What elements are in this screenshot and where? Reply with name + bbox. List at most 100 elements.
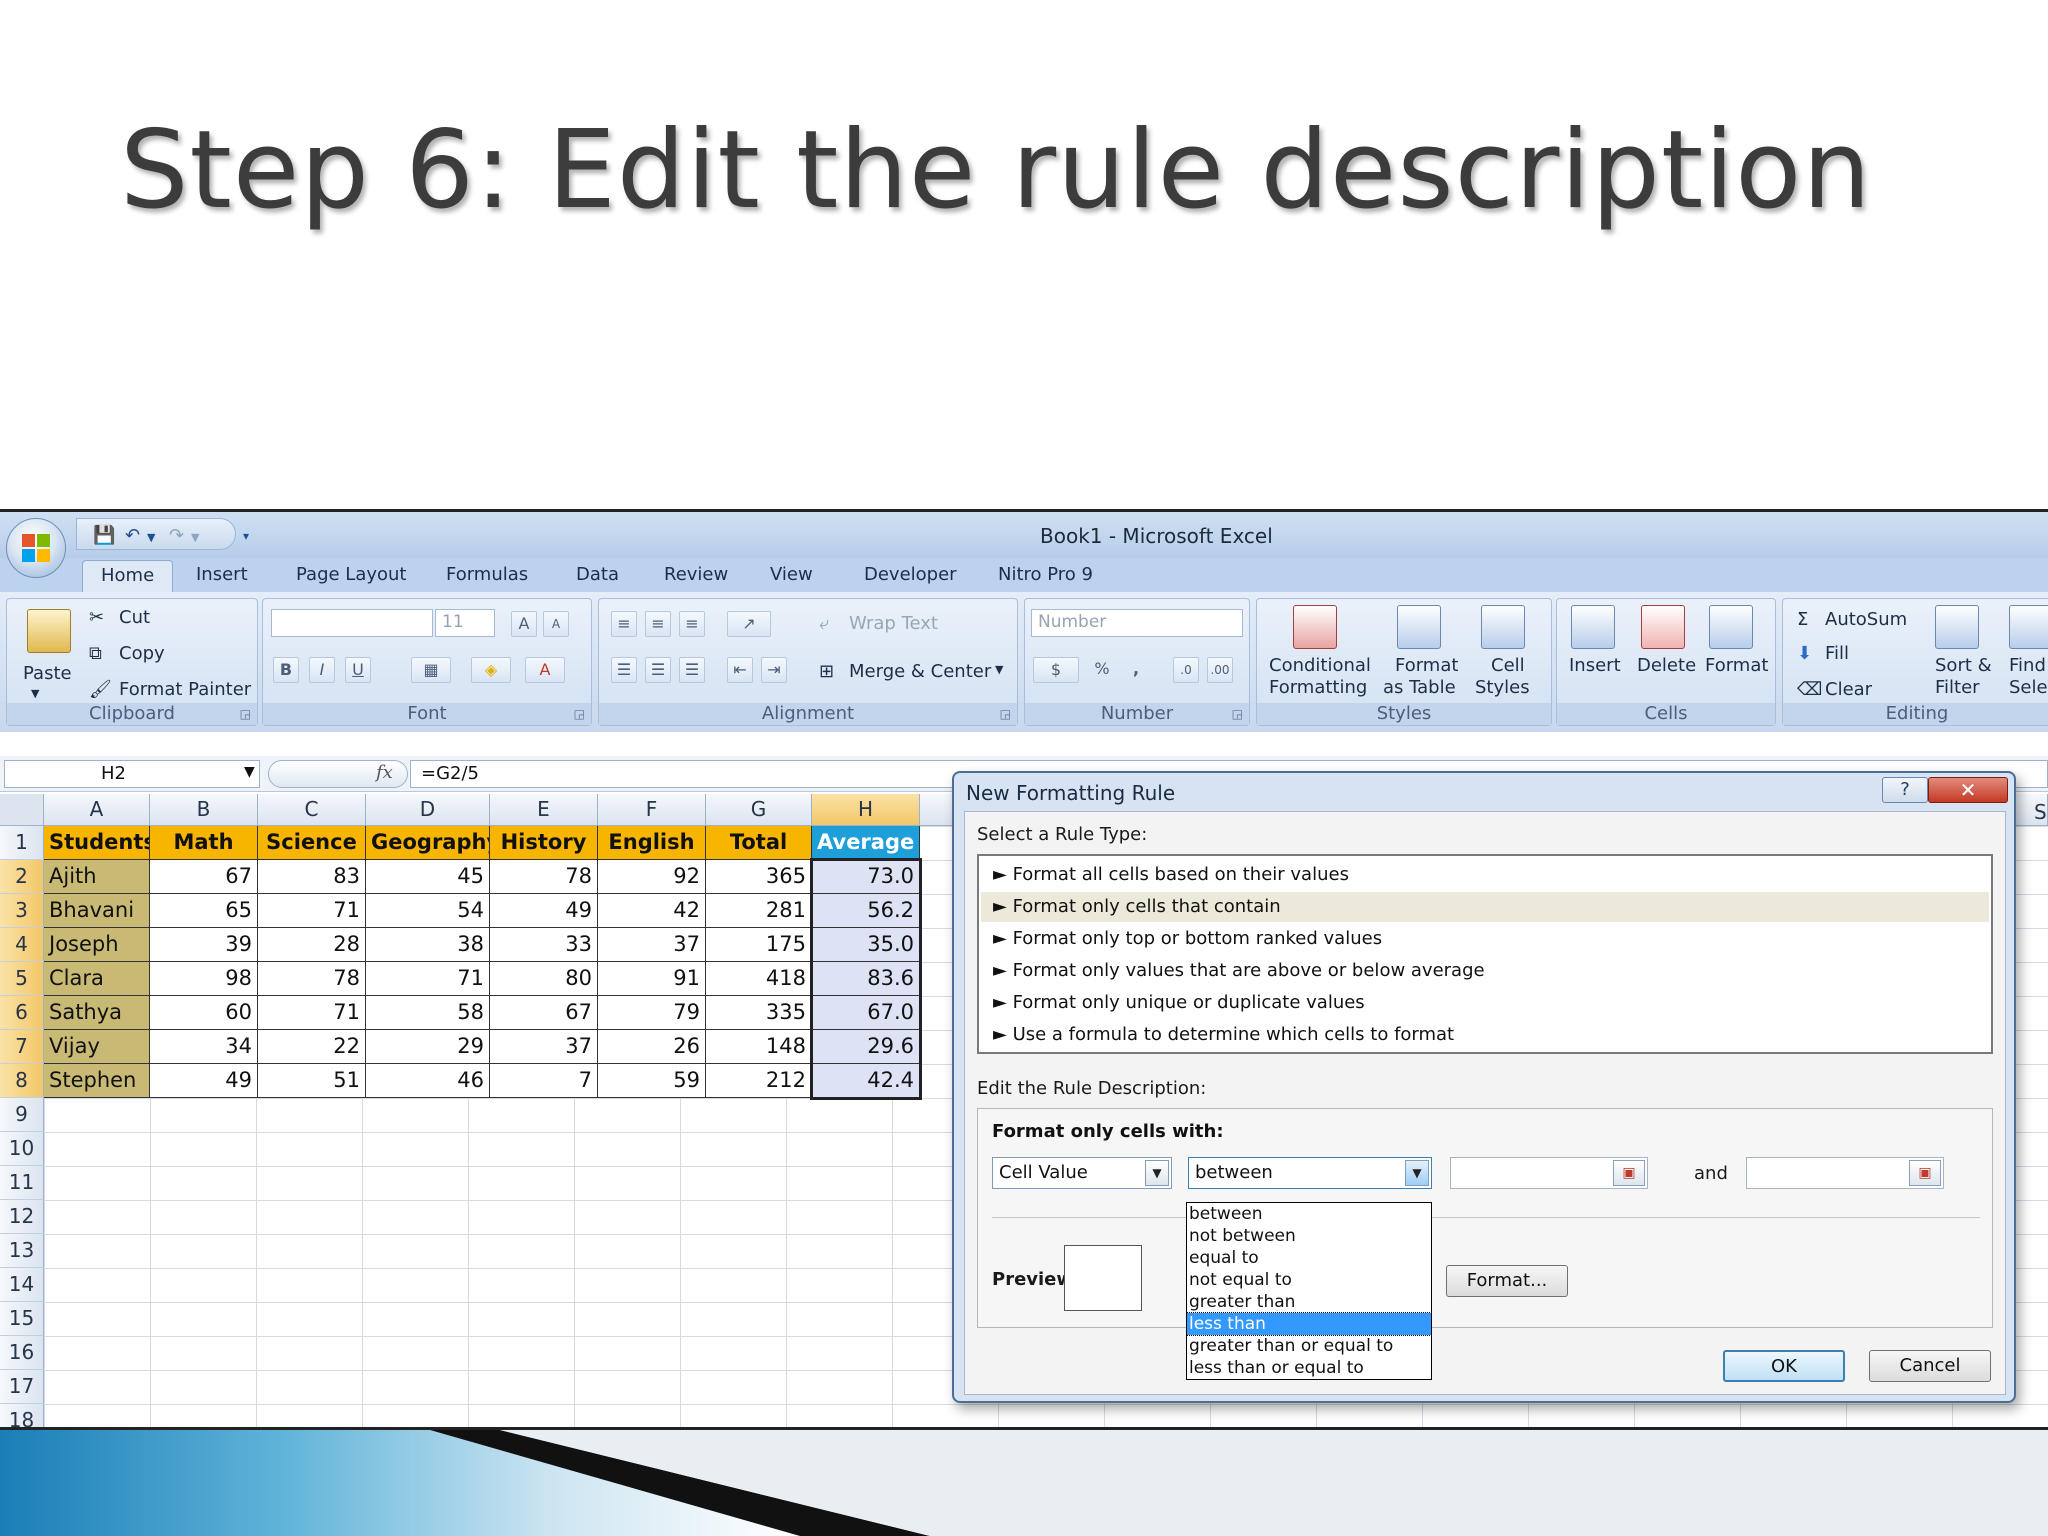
operator-option[interactable]: equal to [1187,1247,1431,1269]
fill-button[interactable]: Fill [1825,643,1849,664]
data-cell[interactable]: 71 [366,962,490,996]
chevron-down-icon[interactable]: ▼ [1145,1160,1169,1186]
shrink-font-icon[interactable]: A [543,611,569,637]
data-cell[interactable]: 7 [490,1064,598,1098]
data-cell[interactable]: 212 [706,1064,812,1098]
tab-formulas[interactable]: Formulas [428,560,546,592]
column-header-d[interactable]: D [366,794,490,826]
help-button[interactable]: ? [1882,777,1928,803]
align-left-icon[interactable]: ☰ [611,657,637,683]
name-box[interactable]: H2 [4,760,260,788]
undo-icon[interactable]: ↶ [125,525,140,546]
paste-icon[interactable] [27,609,71,653]
redo-icon[interactable]: ↷ [169,525,184,546]
tab-data[interactable]: Data [558,560,637,592]
find-select-label-2[interactable]: Selec [2009,677,2048,698]
data-cell[interactable]: 79 [598,996,706,1030]
student-name-cell[interactable]: Joseph [44,928,150,962]
value-1-input[interactable]: ▣ [1450,1157,1648,1189]
row-header[interactable]: 12 [0,1200,44,1234]
cell-styles-label-2[interactable]: Styles [1475,677,1530,698]
student-name-cell[interactable]: Vijay [44,1030,150,1064]
increase-decimal-icon[interactable]: .0 [1173,657,1199,683]
customize-qat-icon[interactable]: ▾ [243,529,249,543]
data-cell[interactable]: 80 [490,962,598,996]
rule-type-item[interactable]: ► Format only unique or duplicate values [993,988,1365,1018]
merge-center-button[interactable]: Merge & Center [849,661,991,682]
student-name-cell[interactable]: Stephen [44,1064,150,1098]
operator-option[interactable]: less than or equal to [1187,1357,1431,1379]
increase-indent-icon[interactable]: ⇥ [761,657,787,683]
data-cell[interactable]: 56.2 [812,894,920,928]
data-cell[interactable]: 51 [258,1064,366,1098]
data-cell[interactable]: 59 [598,1064,706,1098]
data-cell[interactable]: 29 [366,1030,490,1064]
office-button[interactable] [6,518,66,578]
data-cell[interactable]: 281 [706,894,812,928]
row-header[interactable]: 10 [0,1132,44,1166]
close-button[interactable]: ✕ [1928,777,2008,803]
decrease-indent-icon[interactable]: ⇤ [727,657,753,683]
sort-filter-label-2[interactable]: Filter [1935,677,1980,698]
chevron-down-icon[interactable]: ▼ [1405,1160,1429,1186]
find-select-icon[interactable] [2009,605,2048,649]
cell-styles-label-1[interactable]: Cell [1491,655,1525,676]
undo-dropdown-icon[interactable]: ▼ [147,531,155,544]
select-all-corner[interactable] [0,794,44,826]
data-cell[interactable]: 71 [258,894,366,928]
student-name-cell[interactable]: Clara [44,962,150,996]
align-bottom-icon[interactable]: ≡ [679,611,705,637]
column-header-g[interactable]: G [706,794,812,826]
comma-button[interactable]: , [1123,657,1149,683]
data-cell[interactable]: 22 [258,1030,366,1064]
header-cell[interactable]: Average [812,826,920,860]
sort-filter-icon[interactable] [1935,605,1979,649]
data-cell[interactable]: 60 [150,996,258,1030]
bold-button[interactable]: B [273,657,299,683]
dialog-launcher-icon[interactable]: ◲ [240,707,251,721]
row-header[interactable]: 13 [0,1234,44,1268]
tab-insert[interactable]: Insert [178,560,266,592]
data-cell[interactable]: 34 [150,1030,258,1064]
operator-option[interactable]: between [1187,1203,1431,1225]
sort-filter-label-1[interactable]: Sort & [1935,655,1992,676]
data-cell[interactable]: 38 [366,928,490,962]
data-cell[interactable]: 67 [490,996,598,1030]
data-cell[interactable]: 98 [150,962,258,996]
header-cell[interactable]: English [598,826,706,860]
data-cell[interactable]: 83.6 [812,962,920,996]
data-cell[interactable]: 83 [258,860,366,894]
format-cells-icon[interactable] [1709,605,1753,649]
data-cell[interactable]: 418 [706,962,812,996]
data-cell[interactable]: 73.0 [812,860,920,894]
data-cell[interactable]: 49 [150,1064,258,1098]
data-cell[interactable]: 29.6 [812,1030,920,1064]
row-header[interactable]: 6 [0,996,44,1030]
tab-developer[interactable]: Developer [846,560,975,592]
student-name-cell[interactable]: Sathya [44,996,150,1030]
rule-type-item[interactable]: ► Format all cells based on their values [993,860,1349,890]
row-header[interactable]: 8 [0,1064,44,1098]
dialog-launcher-icon[interactable]: ◲ [1000,707,1011,721]
copy-button[interactable]: Copy [119,643,165,664]
data-cell[interactable]: 39 [150,928,258,962]
dialog-launcher-icon[interactable]: ◲ [1232,707,1243,721]
data-cell[interactable]: 45 [366,860,490,894]
autosum-button[interactable]: AutoSum [1825,609,1907,630]
row-header[interactable]: 18 [0,1404,44,1427]
data-cell[interactable]: 175 [706,928,812,962]
font-name-box[interactable] [271,609,433,637]
rule-type-item-selected[interactable]: ► Format only cells that contain [981,892,1989,922]
decrease-decimal-icon[interactable]: .00 [1207,657,1233,683]
row-header[interactable]: 16 [0,1336,44,1370]
dialog-launcher-icon[interactable]: ◲ [574,707,585,721]
operator-select[interactable]: between ▼ [1188,1157,1432,1189]
format-as-table-label-2[interactable]: as Table [1383,677,1456,698]
row-header[interactable]: 14 [0,1268,44,1302]
data-cell[interactable]: 54 [366,894,490,928]
column-header-c[interactable]: C [258,794,366,826]
grow-font-icon[interactable]: A [511,611,537,637]
header-cell[interactable]: Geography [366,826,490,860]
column-header-b[interactable]: B [150,794,258,826]
collapse-dialog-icon[interactable]: ▣ [1613,1160,1645,1186]
